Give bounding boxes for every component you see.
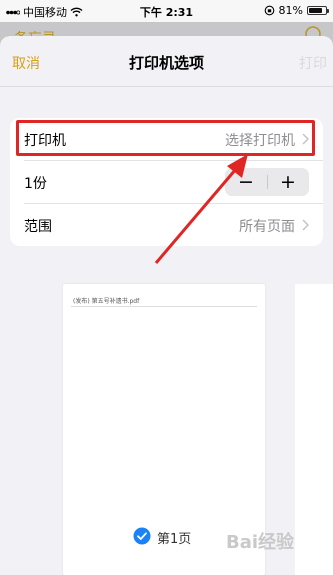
copies-row: 1份 − + bbox=[10, 161, 323, 204]
checkmark-icon[interactable] bbox=[133, 527, 151, 545]
print-button[interactable]: 打印 bbox=[299, 53, 327, 73]
copies-label: 1份 bbox=[24, 176, 47, 192]
status-bar: 中国移动 下午 2:31 81% bbox=[0, 0, 333, 22]
copies-stepper: − + bbox=[225, 168, 309, 196]
battery-fill bbox=[309, 8, 322, 13]
annotation-highlight bbox=[16, 120, 315, 156]
decrement-button[interactable]: − bbox=[225, 168, 267, 196]
range-value: 所有页面 bbox=[239, 219, 295, 235]
battery-icon bbox=[307, 6, 329, 15]
rotation-lock-icon bbox=[264, 5, 274, 16]
next-page-preview[interactable] bbox=[295, 284, 333, 575]
range-label: 范围 bbox=[24, 219, 52, 235]
status-right: 81% bbox=[264, 4, 329, 17]
nav-bar: 取消 打印机选项 打印 bbox=[0, 36, 333, 86]
page-title: 打印机选项 bbox=[128, 54, 204, 72]
document-title: (发布) 第五号补遗书.pdf bbox=[73, 298, 140, 305]
chevron-right-icon bbox=[302, 219, 309, 231]
header-rule bbox=[71, 306, 257, 307]
watermark: Bai经验 bbox=[226, 532, 295, 553]
range-row[interactable]: 范围 所有页面 bbox=[10, 204, 323, 246]
battery-cap bbox=[327, 9, 329, 13]
battery-percent: 81% bbox=[278, 4, 303, 17]
increment-button[interactable]: + bbox=[267, 168, 309, 196]
nav-divider bbox=[0, 86, 333, 87]
page-number-label: 第1页 bbox=[157, 532, 192, 547]
